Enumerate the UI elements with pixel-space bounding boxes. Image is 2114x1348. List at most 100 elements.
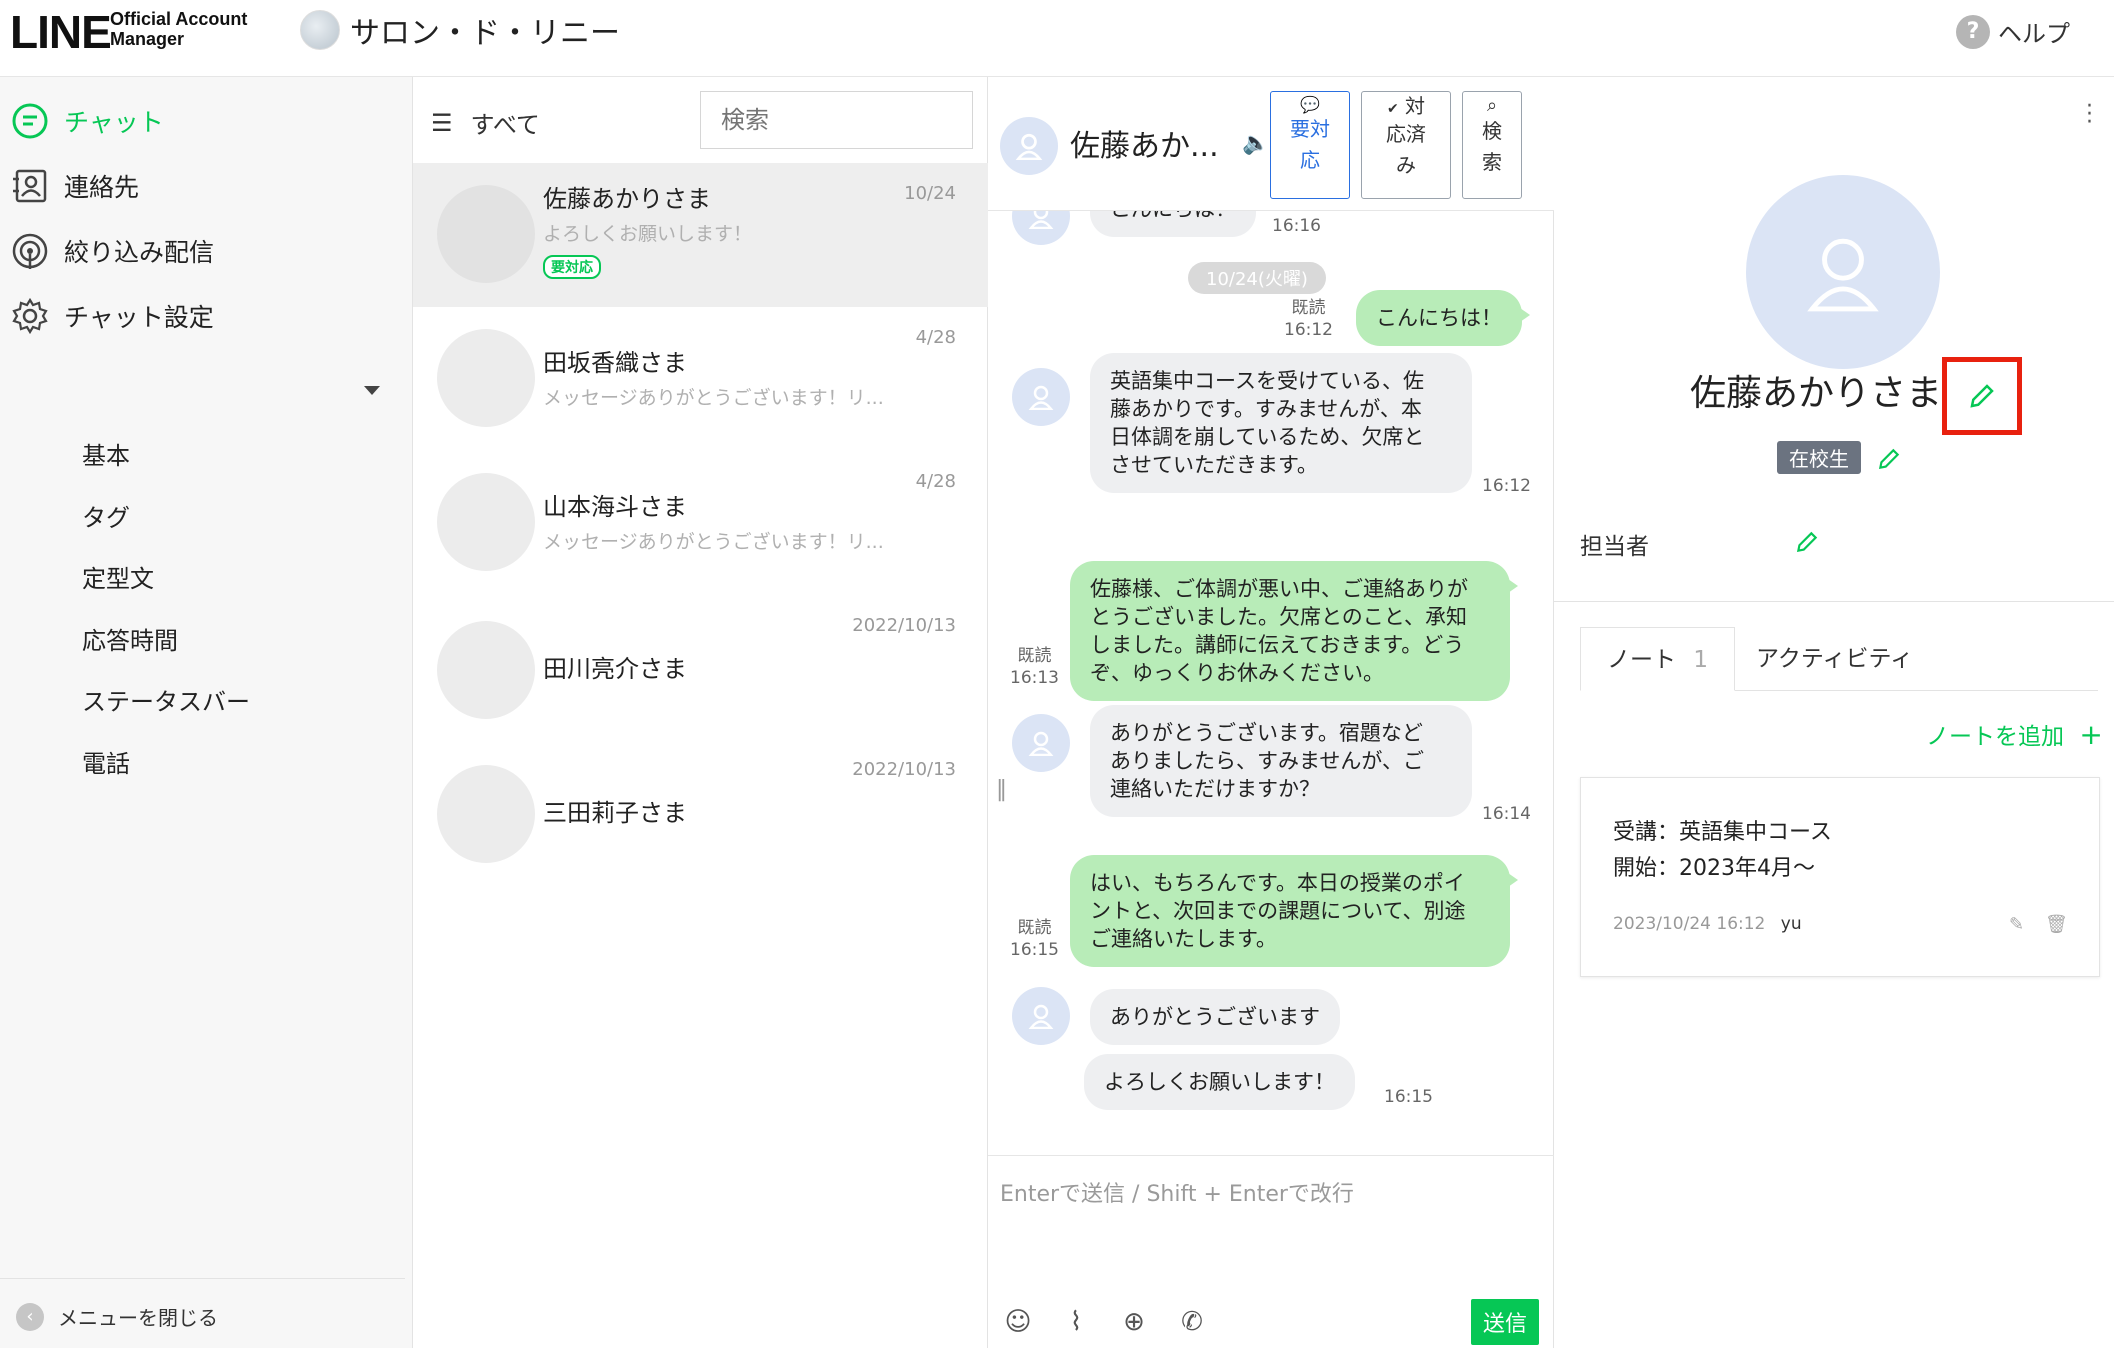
tab-label: ノート xyxy=(1607,647,1676,673)
sidebar-subitem-tags[interactable]: タグ xyxy=(82,498,130,533)
read-label: 既読 xyxy=(1017,646,1052,666)
chat-search-input[interactable] xyxy=(700,91,973,149)
menu-icon: ☰ xyxy=(431,108,453,137)
incoming-message: 英語集中コースを受けている、佐 藤あかりです。すみませんが、本 日体調を崩してい… xyxy=(1090,353,1472,493)
conversation-header: 佐藤あか... 🔈 💬 要対 応 ✔ 対 応済 み ⌕ 検 索 xyxy=(988,77,1554,211)
plus-icon: + xyxy=(2079,718,2103,751)
note-author: yu xyxy=(1780,914,1802,934)
status-badge: 要対応 xyxy=(543,255,601,279)
button-label-line: み xyxy=(1396,153,1416,177)
button-label-line: 検 xyxy=(1482,119,1502,143)
message-composer: Enterで送信 / Shift + Enterで改行 ☺ ⌇ ⊕ ✆ 送信 xyxy=(988,1155,1554,1348)
message-date: 4/28 xyxy=(915,327,956,348)
message-date: 2022/10/13 xyxy=(852,615,956,636)
account-avatar[interactable] xyxy=(300,10,340,50)
add-content-icon[interactable]: ⊕ xyxy=(1118,1306,1150,1338)
sidebar-item-contacts[interactable]: 連絡先 xyxy=(10,166,139,206)
note-text-line: 開始：2023年4月〜 xyxy=(1613,856,1815,881)
resize-handle[interactable]: ‖ xyxy=(996,777,1007,802)
incoming-message: ありがとうございます。宿題など ありましたら、すみませんが、ご 連絡いただけます… xyxy=(1090,705,1472,817)
note-timestamp: 2023/10/24 16:12 xyxy=(1613,914,1766,934)
message-line: ぞ、ゆっくりお休みください。 xyxy=(1090,661,1384,685)
avatar[interactable] xyxy=(1000,117,1058,175)
message-line: ご連絡いたします。 xyxy=(1090,927,1277,951)
edit-tag-button[interactable] xyxy=(1876,446,1902,476)
sidebar-item-chat[interactable]: チャット xyxy=(10,101,164,141)
add-note-label: ノートを追加 xyxy=(1926,724,2064,750)
speech-bubble-icon: 💬 xyxy=(1300,95,1320,114)
sidebar-subitem-status-bar[interactable]: ステータスバー xyxy=(82,682,250,717)
contact-name: 山本海斗さま xyxy=(543,493,687,521)
message-line: 英語集中コースを受けている、佐 xyxy=(1110,369,1424,393)
filter-dropdown[interactable]: ☰ すべて xyxy=(431,105,540,140)
app-header: LINE Official Account Manager サロン・ド・リニー … xyxy=(0,0,2114,77)
phone-icon[interactable]: ✆ xyxy=(1176,1306,1208,1338)
account-name[interactable]: サロン・ド・リニー xyxy=(350,8,620,52)
send-button[interactable]: 送信 xyxy=(1471,1299,1539,1345)
sidebar-subitem-response-hours[interactable]: 応答時間 xyxy=(82,621,178,656)
sidebar-subitem-phone[interactable]: 電話 xyxy=(82,744,130,779)
message-preview: メッセージありがとうございます！リ... xyxy=(543,531,884,553)
check-circle-icon: ✔ xyxy=(1386,101,1399,117)
sidebar-item-broadcast[interactable]: 絞り込み配信 xyxy=(10,231,214,271)
button-label-line: 対 xyxy=(1405,94,1426,118)
section-divider xyxy=(1554,601,2114,602)
help-label: ヘルプ xyxy=(1998,20,2070,48)
line-logo[interactable]: LINE xyxy=(10,5,112,59)
more-options-icon[interactable]: · · · xyxy=(2086,96,2093,134)
message-line: 日体調を崩しているため、欠席と xyxy=(1110,425,1425,449)
avatar xyxy=(437,329,535,427)
message-area[interactable]: こんにちは！ 16:16 10/24(火曜) 既読 16:12 こんにちは！ 英… xyxy=(988,211,1554,1155)
paperclip-icon[interactable]: ⌇ xyxy=(1060,1306,1092,1338)
edit-assignee-button[interactable] xyxy=(1794,529,1820,559)
outgoing-message: はい、もちろんです。本日の授業のポイ ントと、次回までの課題について、別途 ご連… xyxy=(1070,855,1518,967)
message-time: 16:13 xyxy=(1010,668,1059,688)
chat-list-item[interactable]: 三田莉子さま 2022/10/13 xyxy=(413,739,988,883)
trash-icon[interactable]: 🗑 xyxy=(2045,914,2068,935)
avatar xyxy=(1012,714,1070,772)
sidebar-item-chat-settings[interactable]: チャット設定 xyxy=(10,296,214,336)
mark-done-button[interactable]: ✔ 対 応済 み xyxy=(1361,91,1451,199)
incoming-message: ありがとうございます xyxy=(1090,989,1340,1045)
contact-name: 田坂香織さま xyxy=(543,349,687,377)
emoji-icon[interactable]: ☺ xyxy=(1002,1306,1034,1338)
help-link[interactable]: ? ヘルプ xyxy=(1956,14,2070,49)
avatar xyxy=(1012,368,1070,426)
tab-notes[interactable]: ノート 1 xyxy=(1580,627,1735,691)
chat-list-item[interactable]: 佐藤あかりさま よろしくお願いします！ 要対応 10/24 xyxy=(413,163,988,307)
message-line: しました。講師に伝えておきます。どう xyxy=(1090,633,1465,657)
conversation-panel: こんにちは！ 16:16 10/24(火曜) 既読 16:12 こんにちは！ 英… xyxy=(988,77,1554,1348)
profile-name: 佐藤あかりさま xyxy=(1690,373,1943,414)
message-time: 16:14 xyxy=(1482,804,1531,824)
message-line: ありましたら、すみませんが、ご xyxy=(1110,749,1424,773)
add-note-button[interactable]: ノートを追加 + xyxy=(1926,717,2103,751)
search-button[interactable]: ⌕ 検 索 xyxy=(1462,91,1522,199)
message-input[interactable]: Enterで送信 / Shift + Enterで改行 xyxy=(1000,1176,1354,1208)
edit-note-icon[interactable]: ✎ xyxy=(2009,914,2024,935)
tag-badge: 在校生 xyxy=(1777,441,1861,474)
note-text-line: 受講：英語集中コース xyxy=(1613,820,1832,845)
chat-list-item[interactable]: 田川亮介さま 2022/10/13 xyxy=(413,595,988,739)
needs-action-button[interactable]: 💬 要対 応 xyxy=(1270,91,1350,199)
read-receipt: 既読 16:12 xyxy=(1284,297,1333,341)
pencil-icon xyxy=(1878,448,1900,470)
read-label: 既読 xyxy=(1291,298,1326,318)
speaker-icon[interactable]: 🔈 xyxy=(1242,131,1269,156)
button-label-line: 要対 xyxy=(1290,117,1330,141)
close-menu-button[interactable]: ‹ メニューを閉じる xyxy=(16,1302,218,1331)
contact-name: 三田莉子さま xyxy=(543,799,687,827)
tab-activity[interactable]: アクティビティ xyxy=(1730,627,1939,691)
caret-down-icon[interactable] xyxy=(364,386,380,395)
edit-name-button[interactable] xyxy=(1942,357,2022,435)
profile-avatar xyxy=(1746,175,1940,369)
sidebar-subitem-templates[interactable]: 定型文 xyxy=(82,559,154,594)
message-line: はい、もちろんです。本日の授業のポイ xyxy=(1090,871,1465,895)
incoming-message: よろしくお願いします！ xyxy=(1084,1054,1355,1110)
chat-list-item[interactable]: 山本海斗さま メッセージありがとうございます！リ... 4/28 xyxy=(413,451,988,595)
sidebar-subitem-basic[interactable]: 基本 xyxy=(82,436,130,471)
contact-name: 田川亮介さま xyxy=(543,655,687,683)
message-line: 佐藤様、ご体調が悪い中、ご連絡ありが xyxy=(1090,577,1468,601)
chat-list-item[interactable]: 田坂香織さま メッセージありがとうございます！リ... 4/28 xyxy=(413,307,988,451)
avatar xyxy=(437,185,535,283)
avatar xyxy=(437,473,535,571)
